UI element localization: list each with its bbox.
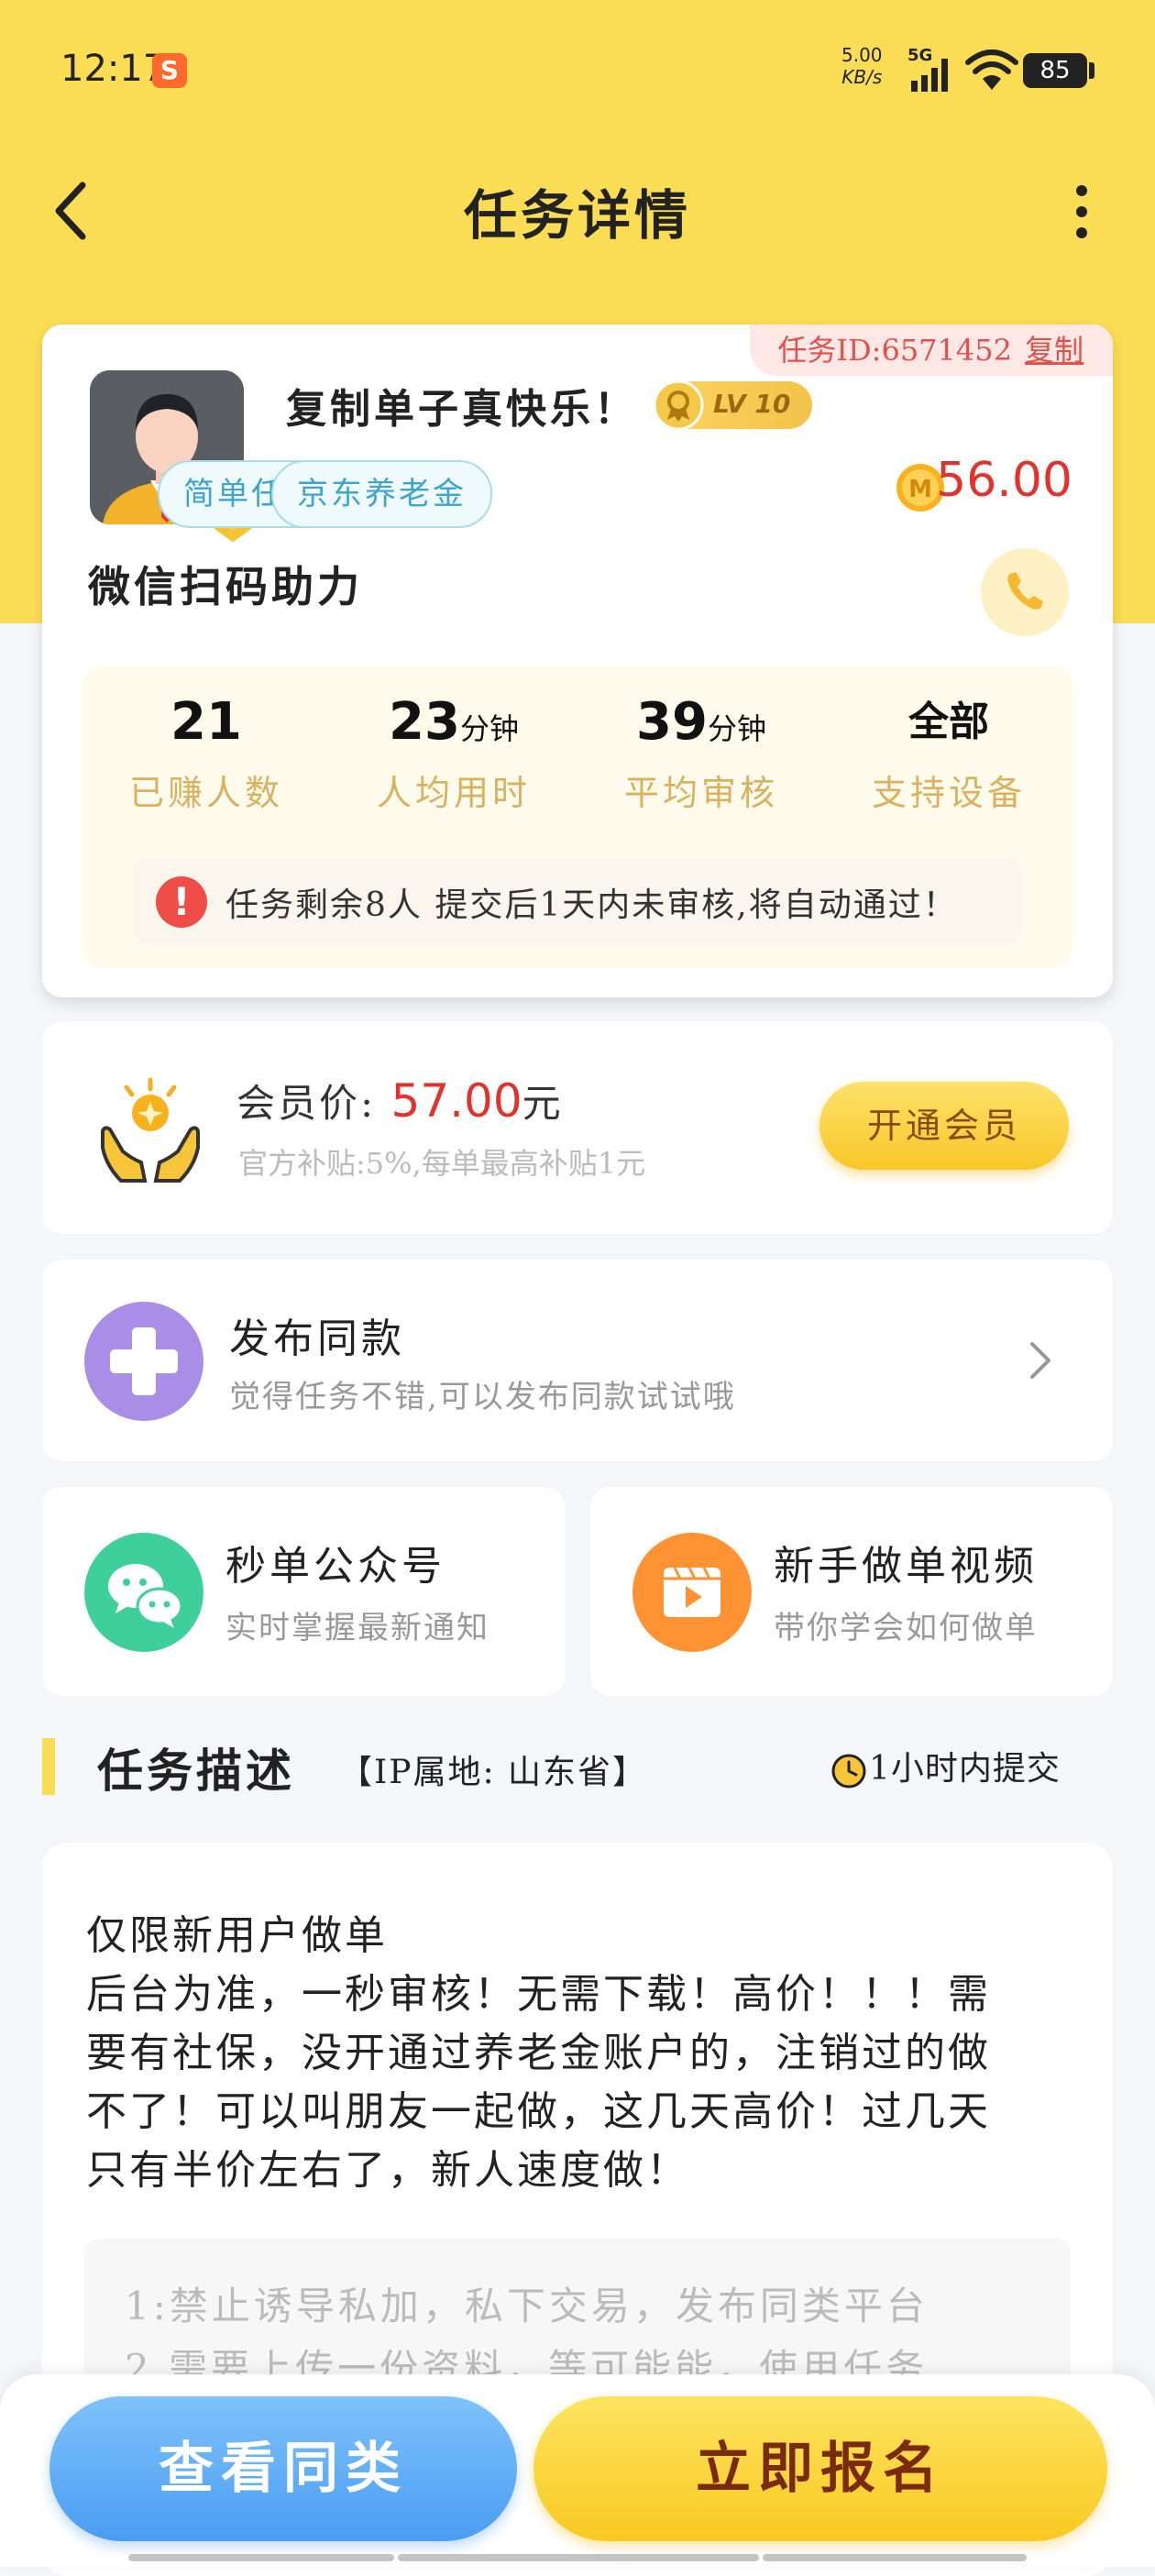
publish-same-card[interactable]: 发布同款 觉得任务不错,可以发布同款试试哦 [42,1260,1113,1461]
speed-value: 5.00 [842,44,883,66]
ip-location: 【IP属地: 山东省】 [339,1754,648,1791]
nav-indicator [398,2554,759,2561]
stat-supported-devices: 全部 支持设备 [825,686,1072,815]
status-time: 12:17 [60,48,167,90]
stat-avg-review: 39分钟 平均审核 [578,686,825,815]
description-line: 仅限新用户做单 [86,1912,388,1959]
rule-line: 1:禁止诱导私加，私下交易，发布同类平台 [125,2284,929,2328]
signup-now-button[interactable]: 立即报名 [534,2396,1107,2541]
stat-label: 已赚人数 [128,773,283,813]
description-line: 要有社保，没开通过养老金账户的，注销过的做 [86,2030,991,2076]
speed-unit: KB/s [842,66,883,88]
task-id: 任务ID:6571452 [777,333,1012,368]
level-medal-icon [653,380,704,431]
battery-tip [1089,62,1094,79]
nav-indicator [763,2554,1027,2561]
phone-button[interactable] [981,548,1069,636]
task-title: 微信扫码助力 [88,562,363,611]
wifi-icon [965,50,1018,90]
tutorial-video-subtitle: 带你学会如何做单 [774,1610,1038,1646]
phone-icon [1007,572,1043,610]
stat-unit: 分钟 [707,711,766,746]
signal-5g-icon: 5G [908,46,948,92]
stat-value: 23 [389,692,460,752]
member-price-row: 会员价: 57.00元 [236,1073,564,1128]
member-price-value: 57.00 [390,1074,522,1128]
official-account-title: 秒单公众号 [226,1543,446,1590]
section-accent-bar [42,1738,55,1795]
stat-earned-count: 21 已赚人数 [82,686,330,815]
video-icon [632,1533,752,1652]
stat-value: 39 [636,692,708,752]
stat-value: 全部 [908,699,989,745]
more-options-icon[interactable] [1063,180,1100,244]
stat-label: 人均用时 [376,773,531,813]
level-badge: LV 10 [653,380,812,431]
network-speed: 5.00 KB/s [842,44,883,88]
official-account-card[interactable]: 秒单公众号 实时掌握最新通知 [42,1487,565,1696]
stat-avg-time: 23分钟 人均用时 [330,686,578,815]
level-text: LV 10 [713,389,791,419]
member-subsidy-text: 官方补贴:5%,每单最高补贴1元 [238,1146,646,1181]
stat-unit: 分钟 [459,711,519,746]
task-id-badge: 任务ID:6571452 复制 [750,325,1113,376]
member-price-card: 会员价: 57.00元 官方补贴:5%,每单最高补贴1元 开通会员 [42,1021,1113,1234]
view-similar-button[interactable]: 查看同类 [50,2396,517,2541]
page-title: 任务详情 [463,184,691,247]
publish-subtitle: 觉得任务不错,可以发布同款试试哦 [229,1379,736,1415]
nav-indicator [128,2554,394,2561]
chevron-right-icon [1030,1342,1050,1379]
clock-icon [831,1754,866,1789]
stat-label: 支持设备 [871,773,1026,813]
stat-label: 平均审核 [623,773,778,813]
status-bar: 12:17 S 5.00 KB/s 5G 85 [0,0,1155,138]
official-account-subtitle: 实时掌握最新通知 [226,1610,490,1646]
time-limit-text: 1小时内提交 [869,1750,1061,1788]
battery-icon: 85 [1023,53,1087,88]
description-line: 后台为准，一秒审核！无需下载！高价！！！需 [86,1971,991,2018]
description-body: 仅限新用户做单 后台为准，一秒审核！无需下载！高价！！！需 要有社保，没开通过养… [86,1907,1076,2200]
notice-text: 任务剩余8人 提交后1天内未审核,将自动通过！ [226,886,958,924]
task-notice: ! 任务剩余8人 提交后1天内未审核,将自动通过！ [134,858,1021,944]
task-info-card: 任务ID:6571452复制 V 复制单子真快乐！ LV 10 简单任务 京东养… [42,325,1113,997]
description-line: 不了！可以叫朋友一起做，这几天高价！过几天 [86,2088,991,2135]
tutorial-video-card[interactable]: 新手做单视频 带你学会如何做单 [590,1487,1113,1696]
member-price-unit: 元 [522,1081,564,1126]
publish-title: 发布同款 [229,1316,405,1362]
svg-text:5G: 5G [908,46,932,65]
stat-value: 21 [170,692,242,752]
app-notification-icon: S [152,53,187,88]
tag-jd-pension: 京东养老金 [271,460,492,528]
task-stats-panel: 21 已赚人数 23分钟 人均用时 39分钟 平均审核 全部 支持设备 ! 任务… [82,666,1072,968]
warning-icon: ! [156,876,207,928]
task-reward-price: 56.00 [936,453,1072,508]
wechat-icon [84,1533,204,1652]
copy-id-link[interactable]: 复制 [1025,333,1084,368]
description-line: 只有半价左右了，新人速度做！ [86,2147,689,2194]
member-price-label: 会员价: [236,1081,377,1126]
publisher-nickname: 复制单子真快乐！ [286,386,638,433]
tutorial-video-title: 新手做单视频 [774,1543,1038,1590]
open-membership-button[interactable]: 开通会员 [820,1082,1069,1170]
time-limit: 1小时内提交 [830,1742,1061,1789]
svg-text:M: M [908,476,932,503]
hands-coin-icon [101,1077,200,1183]
plus-icon [84,1302,204,1421]
description-title: 任务描述 [97,1744,295,1798]
